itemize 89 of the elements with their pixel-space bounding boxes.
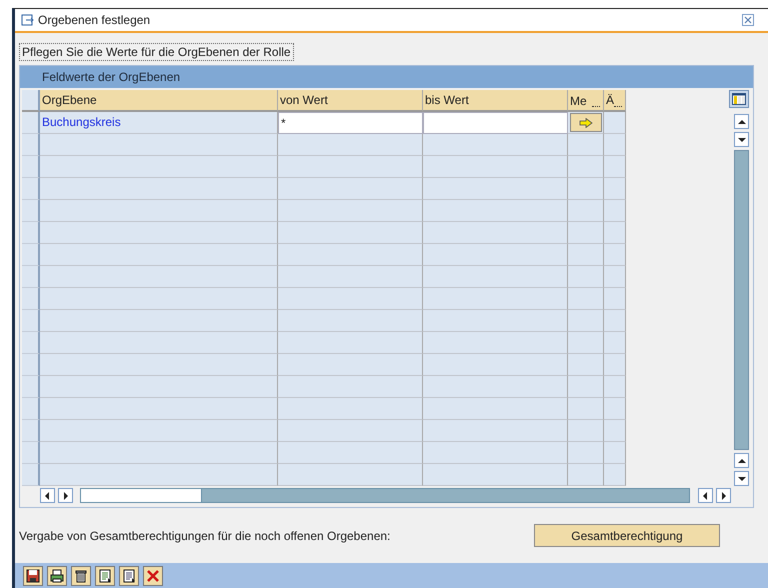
row-selector[interactable] (22, 266, 40, 288)
instruction-text: Pflegen Sie die Werte für die OrgEbenen der Rolle (19, 43, 294, 61)
table-cell (568, 442, 604, 464)
table-cell (604, 266, 626, 288)
footer-text: Vergabe von Gesamtberechtigungen für die noch offenen Orgebenen: (19, 528, 390, 542)
table-cell (568, 244, 604, 266)
table-cell (604, 376, 626, 398)
table-cell (604, 156, 626, 178)
row-selector[interactable] (22, 288, 40, 310)
row-selector[interactable] (22, 442, 40, 464)
table-cell (604, 442, 626, 464)
row-selector[interactable] (22, 90, 40, 112)
column-header[interactable]: von Wert (278, 90, 423, 112)
scrollbar-thumb[interactable] (81, 489, 202, 502)
trash-icon (73, 568, 89, 584)
row-selector[interactable] (22, 332, 40, 354)
table-cell (604, 354, 626, 376)
toolbar-button[interactable] (119, 566, 139, 586)
input-field[interactable] (423, 112, 568, 134)
table-cell (568, 266, 604, 288)
table-cell (568, 200, 604, 222)
row-selector[interactable] (22, 354, 40, 376)
scroll-right-button[interactable] (716, 488, 731, 503)
input-field[interactable]: * (278, 112, 423, 134)
table-cell (568, 288, 604, 310)
column-header[interactable]: Me (568, 90, 604, 112)
table-cell (568, 332, 604, 354)
table-cell (568, 420, 604, 442)
scroll-right-button[interactable] (58, 488, 73, 503)
toolbar-button[interactable] (23, 566, 43, 586)
table-cell (604, 288, 626, 310)
table-cell (604, 464, 626, 486)
scroll-down-button[interactable] (734, 471, 749, 486)
table-cell (568, 310, 604, 332)
row-selector[interactable] (22, 310, 40, 332)
scroll-left-button[interactable] (40, 488, 55, 503)
table-cell (604, 332, 626, 354)
table-cell (568, 156, 604, 178)
row-selector[interactable] (22, 398, 40, 420)
table-cell (568, 376, 604, 398)
table-cell (604, 420, 626, 442)
window-icon (21, 14, 35, 26)
table-cell (604, 200, 626, 222)
table-cell (568, 398, 604, 420)
scroll-down-button[interactable] (734, 132, 749, 147)
scroll-up-button[interactable] (734, 453, 749, 468)
row-selector[interactable] (22, 376, 40, 398)
row-selector[interactable] (22, 178, 40, 200)
print-icon (49, 568, 65, 584)
table-cell (604, 178, 626, 200)
row-selector[interactable] (22, 420, 40, 442)
table-cell (568, 464, 604, 486)
document-icon (97, 568, 113, 584)
row-selector[interactable] (22, 112, 40, 134)
table-cell (604, 244, 626, 266)
document-icon (121, 568, 137, 584)
table-title: Feldwerte der OrgEbenen (20, 66, 753, 88)
toolbar-button[interactable] (71, 566, 91, 586)
row-selector[interactable] (22, 200, 40, 222)
table-cell (568, 222, 604, 244)
save-icon (25, 568, 41, 584)
cancel-icon (145, 568, 161, 584)
column-header[interactable]: OrgEbene (40, 90, 278, 112)
column-header[interactable]: Ä (604, 90, 626, 112)
row-selector[interactable] (22, 156, 40, 178)
column-settings-button[interactable] (729, 90, 749, 108)
scroll-up-button[interactable] (734, 114, 749, 129)
column-header[interactable]: bis Wert (423, 90, 568, 112)
table-cell (604, 310, 626, 332)
table-cell (604, 134, 626, 156)
table-cell (568, 354, 604, 376)
arrow-icon (579, 118, 593, 128)
table-cell (568, 178, 604, 200)
columns-icon (732, 93, 746, 105)
close-button[interactable] (742, 14, 754, 26)
toolbar-button[interactable] (95, 566, 115, 586)
row-selector[interactable] (22, 134, 40, 156)
row-selector[interactable] (22, 222, 40, 244)
table-cell (604, 222, 626, 244)
row-selector[interactable] (22, 244, 40, 266)
close-icon (744, 16, 752, 24)
window-title: Orgebenen festlegen (38, 13, 152, 27)
scroll-left-button[interactable] (698, 488, 713, 503)
toolbar-button[interactable] (47, 566, 67, 586)
scrollbar-track[interactable] (734, 150, 749, 450)
table-cell[interactable]: Buchungskreis (40, 112, 278, 134)
scrollbar-track[interactable] (80, 488, 690, 503)
table-cell (604, 398, 626, 420)
full-authorization-button[interactable]: Gesamtberechtigung (534, 524, 720, 547)
